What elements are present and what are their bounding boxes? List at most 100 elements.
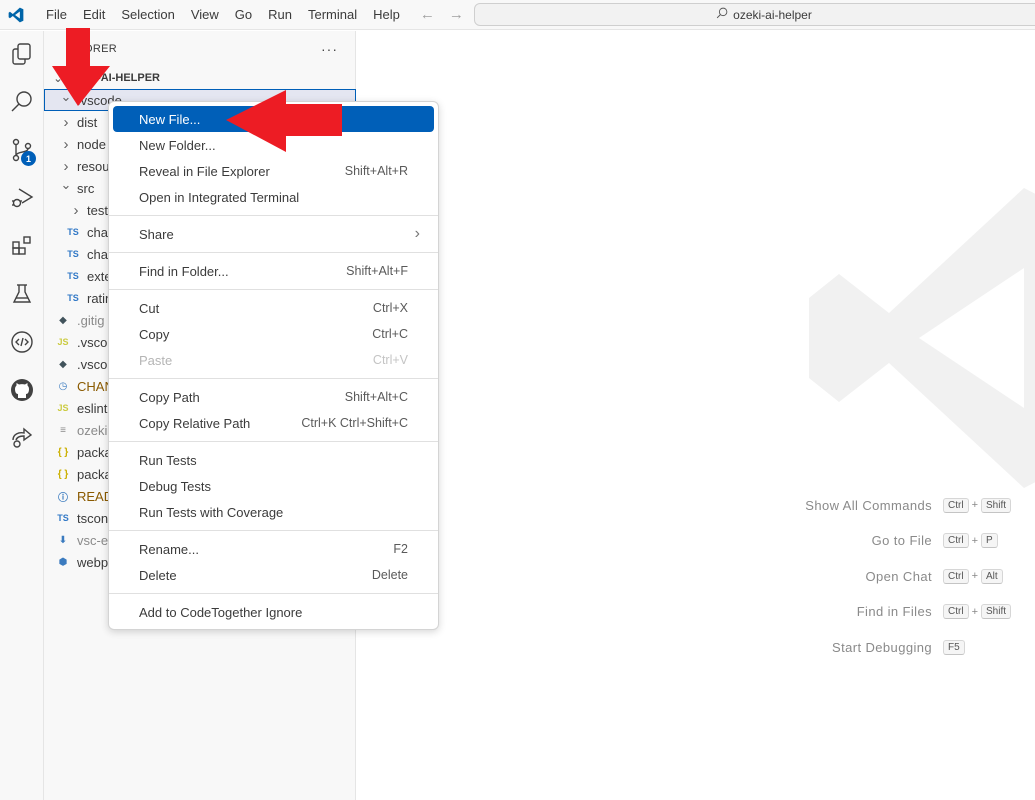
- typescript-file-icon: TS: [67, 293, 79, 303]
- chevron-down-icon: ⌄: [60, 89, 72, 104]
- run-debug-icon: [10, 186, 34, 213]
- chevron-down-icon: ⌄: [53, 72, 63, 85]
- json-file-icon: { }: [57, 446, 69, 458]
- context-menu-item-rename[interactable]: Rename... F2: [113, 536, 434, 562]
- explorer-header: ORER ···: [44, 31, 356, 66]
- search-icon: [716, 7, 728, 22]
- context-menu-item-find-in-folder[interactable]: Find in Folder... Shift+Alt+F: [113, 258, 434, 284]
- menu-item-label: Copy Path: [139, 389, 200, 405]
- tree-item-label: resou: [77, 158, 110, 174]
- menu-item-label: New Folder...: [139, 137, 216, 153]
- context-menu-item-copy-path[interactable]: Copy Path Shift+Alt+C: [113, 384, 434, 410]
- activity-search[interactable]: [0, 81, 44, 125]
- chevron-down-icon: ⌄: [60, 177, 72, 192]
- tsconfig-file-icon: TS: [57, 513, 69, 523]
- menu-item-label: Run Tests: [139, 452, 197, 468]
- shortcut-row: Go to File Ctrl + P: [757, 531, 1035, 551]
- menu-item-shortcut: Shift+Alt+F: [346, 264, 408, 278]
- tree-item-label: src: [77, 180, 95, 196]
- tree-item-label: node: [77, 136, 106, 152]
- menu-separator: [109, 215, 438, 216]
- editor-area: Show All Commands Ctrl + Shift Go to File Ctr…: [357, 31, 1035, 800]
- menu-help[interactable]: Help: [365, 0, 408, 30]
- context-menu-item-run-tests-with-coverage[interactable]: Run Tests with Coverage: [113, 499, 434, 525]
- tree-item-label: webp: [77, 554, 109, 570]
- vscode-watermark-logo: [799, 188, 1035, 491]
- tree-item-label: .vsco: [77, 334, 108, 350]
- command-center-search[interactable]: ozeki-ai-helper: [474, 3, 1035, 26]
- keyboard-key: Ctrl: [943, 604, 969, 619]
- more-actions-icon[interactable]: ···: [321, 41, 338, 57]
- live-share-icon: [10, 426, 34, 453]
- menu-item-label: Find in Folder...: [139, 263, 229, 279]
- menu-separator: [109, 289, 438, 290]
- shortcut-row: Open Chat Ctrl + Alt: [757, 566, 1035, 586]
- typescript-file-icon: TS: [67, 249, 79, 259]
- context-menu-item-open-in-integrated-terminal[interactable]: Open in Integrated Terminal: [113, 184, 434, 210]
- workspace-folder-title[interactable]: ⌄ I-AI-HELPER: [44, 67, 356, 89]
- menu-selection[interactable]: Selection: [113, 0, 182, 30]
- activity-explorer[interactable]: [0, 33, 44, 77]
- menu-run[interactable]: Run: [260, 0, 300, 30]
- shortcut-label: Start Debugging: [832, 639, 932, 655]
- extensions-icon: [10, 234, 34, 261]
- activity-code-together[interactable]: [0, 321, 44, 365]
- menu-view[interactable]: View: [183, 0, 227, 30]
- menu-separator: [109, 530, 438, 531]
- menu-item-label: Delete: [139, 567, 177, 583]
- key-plus: +: [971, 605, 978, 618]
- menu-item-shortcut: Ctrl+K Ctrl+Shift+C: [301, 416, 408, 430]
- tree-item-label: test: [87, 202, 108, 218]
- context-menu-item-cut[interactable]: Cut Ctrl+X: [113, 295, 434, 321]
- vsix-file-icon: ⬇: [58, 534, 68, 546]
- activity-run-debug[interactable]: [0, 177, 44, 221]
- menu-item-label: Copy: [139, 326, 170, 342]
- key-plus: +: [971, 534, 978, 547]
- activity-live-share[interactable]: [0, 417, 44, 461]
- context-menu-item-run-tests[interactable]: Run Tests: [113, 447, 434, 473]
- context-menu-item-share[interactable]: Share ›: [113, 221, 434, 247]
- vscode-logo-icon: [2, 0, 30, 30]
- context-menu-item-add-to-codetogether-ignore[interactable]: Add to CodeTogether Ignore: [113, 599, 434, 625]
- menu-go[interactable]: Go: [227, 0, 260, 30]
- code-icon: [10, 330, 34, 357]
- context-menu-item-debug-tests[interactable]: Debug Tests: [113, 473, 434, 499]
- menu-item-label: Run Tests with Coverage: [139, 504, 284, 520]
- activity-testing[interactable]: [0, 273, 44, 317]
- menu-item-label: Cut: [139, 300, 160, 316]
- changelog-file-icon: ◷: [58, 380, 68, 392]
- shortcut-label: Show All Commands: [805, 497, 932, 513]
- files-icon: [10, 42, 34, 69]
- activity-extensions[interactable]: [0, 225, 44, 269]
- menu-file[interactable]: File: [38, 0, 75, 30]
- context-menu-item-new-folder[interactable]: New Folder...: [113, 132, 434, 158]
- javascript-file-icon: JS: [57, 337, 69, 347]
- menu-item-label: Add to CodeTogether Ignore: [139, 604, 303, 620]
- menu-separator: [109, 378, 438, 379]
- menu-item-label: Copy Relative Path: [139, 415, 251, 431]
- typescript-file-icon: TS: [67, 271, 79, 281]
- tree-item-label: dist: [77, 114, 98, 130]
- menu-terminal[interactable]: Terminal: [300, 0, 365, 30]
- activity-source-control[interactable]: 1: [0, 129, 44, 173]
- menu-item-shortcut: F2: [393, 542, 408, 556]
- menu-item-shortcut: Shift+Alt+C: [344, 390, 408, 404]
- menu-edit[interactable]: Edit: [75, 0, 113, 30]
- context-menu-item-reveal-in-file-explorer[interactable]: Reveal in File Explorer Shift+Alt+R: [113, 158, 434, 184]
- activity-github[interactable]: [0, 369, 44, 413]
- git-file-icon: ◆: [59, 314, 67, 326]
- back-arrow-icon[interactable]: ←: [420, 6, 435, 23]
- menu-item-label: Debug Tests: [139, 478, 212, 494]
- context-menu-item-copy[interactable]: Copy Ctrl+C: [113, 321, 434, 347]
- tree-item-label: packa: [77, 466, 112, 482]
- typescript-file-icon: TS: [67, 227, 79, 237]
- forward-arrow-icon[interactable]: →: [449, 6, 464, 23]
- shortcut-row: Find in Files Ctrl + Shift: [757, 602, 1035, 622]
- github-icon: [10, 378, 34, 405]
- command-center-label: ozeki-ai-helper: [733, 7, 812, 22]
- tree-item-label: eslint: [77, 400, 108, 416]
- context-menu-item-new-file[interactable]: New File...: [113, 106, 434, 132]
- context-menu-item-copy-relative-path[interactable]: Copy Relative Path Ctrl+K Ctrl+Shift+C: [113, 410, 434, 436]
- context-menu-item-delete[interactable]: Delete Delete: [113, 562, 434, 588]
- menu-separator: [109, 441, 438, 442]
